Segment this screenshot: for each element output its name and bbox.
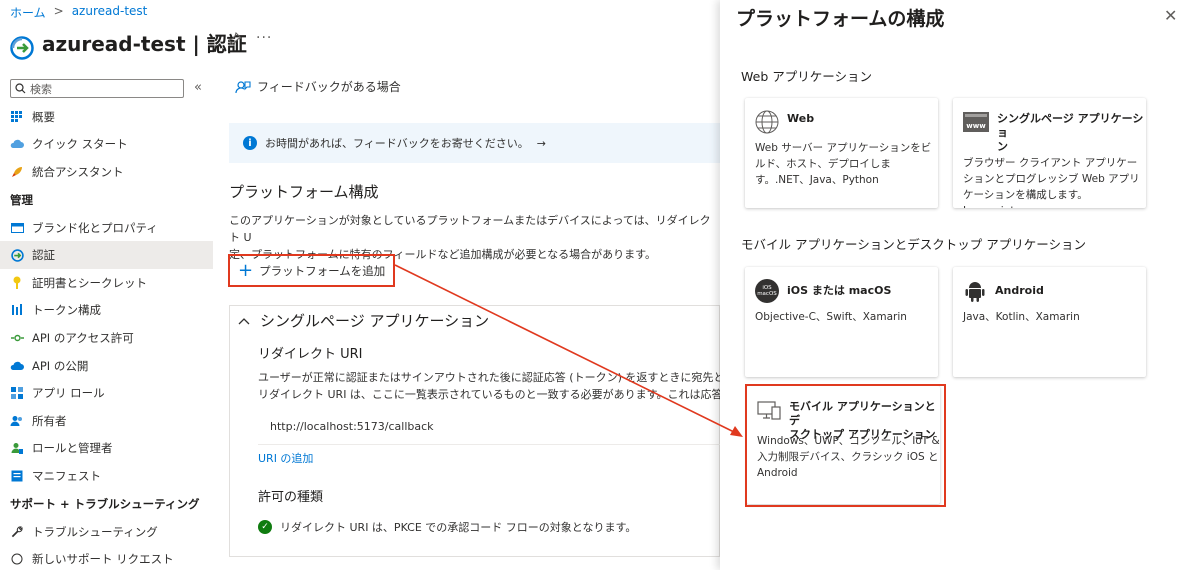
annotation-arrow (394, 264, 743, 437)
